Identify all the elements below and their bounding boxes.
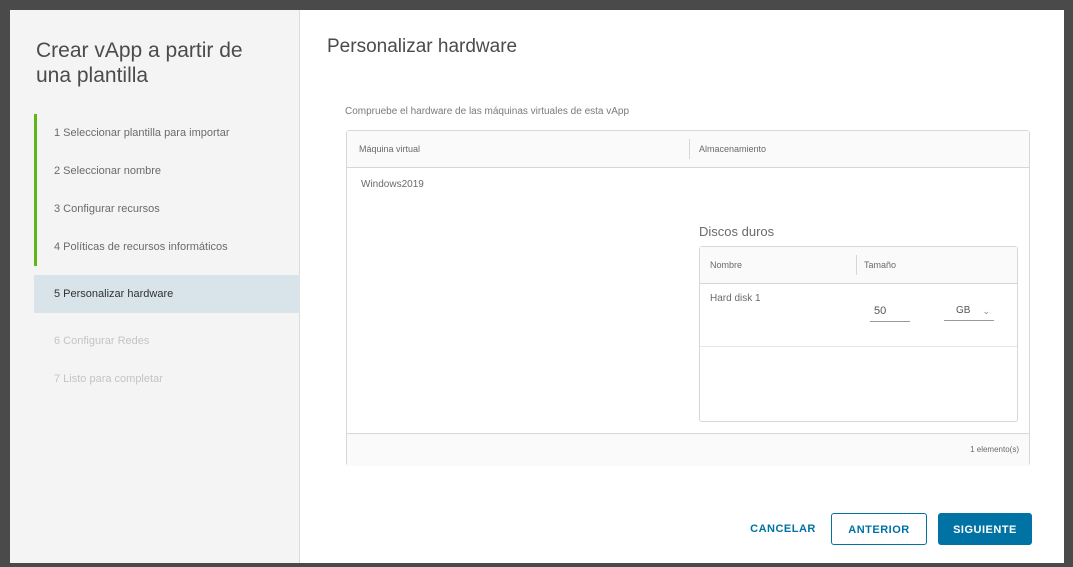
table-row: Hard disk 1 GB ⌄ (700, 284, 1017, 347)
disk-name-cell: Hard disk 1 (710, 293, 761, 304)
cancel-button[interactable]: CANCELAR (741, 513, 825, 545)
wizard-steps: 1 Seleccionar plantilla para importar 2 … (34, 114, 300, 398)
dialog-border-top (0, 0, 1073, 10)
step-select-template[interactable]: 1 Seleccionar plantilla para importar (34, 114, 300, 152)
disk-unit-select[interactable]: GB ⌄ (944, 301, 994, 321)
step-label: 4 Políticas de recursos informáticos (54, 241, 228, 253)
step-label: 5 Personalizar hardware (54, 288, 174, 300)
vm-datagrid: Máquina virtual Almacenamiento Windows20… (346, 130, 1030, 466)
disk-datagrid: Nombre Tamaño Hard disk 1 GB ⌄ (699, 246, 1018, 422)
step-configure-networks: 6 Configurar Redes (34, 322, 300, 360)
step-label: 1 Seleccionar plantilla para importar (54, 127, 230, 139)
vm-name-cell: Windows2019 (361, 179, 424, 190)
column-header-size[interactable]: Tamaño (864, 260, 896, 270)
step-label: 2 Seleccionar nombre (54, 165, 162, 177)
wizard-sidebar: Crear vApp a partir de una plantilla 1 S… (10, 10, 300, 563)
wizard-dialog: Crear vApp a partir de una plantilla 1 S… (0, 0, 1073, 567)
step-label: 7 Listo para completar (54, 373, 163, 385)
step-label: 3 Configurar recursos (54, 203, 160, 215)
step-label: 6 Configurar Redes (54, 335, 150, 347)
hard-disks-label: Discos duros (699, 224, 775, 239)
dialog-border-right (1064, 0, 1073, 567)
disk-size-input[interactable] (870, 301, 910, 322)
step-configure-resources[interactable]: 3 Configurar recursos (34, 190, 300, 228)
column-separator[interactable] (856, 255, 857, 275)
column-header-vm[interactable]: Máquina virtual (359, 144, 420, 154)
previous-button[interactable]: ANTERIOR (831, 513, 927, 545)
wizard-content: Personalizar hardware Compruebe el hardw… (301, 10, 1064, 563)
page-description: Compruebe el hardware de las máquinas vi… (345, 106, 630, 117)
page-title: Personalizar hardware (327, 36, 518, 57)
step-compute-policies[interactable]: 4 Políticas de recursos informáticos (34, 228, 300, 266)
column-header-name[interactable]: Nombre (710, 260, 742, 270)
column-header-storage[interactable]: Almacenamiento (699, 144, 766, 154)
chevron-down-icon: ⌄ (982, 306, 990, 316)
next-button[interactable]: SIGUIENTE (938, 513, 1032, 545)
vm-grid-footer: 1 elemento(s) (347, 433, 1029, 466)
disk-unit-value: GB (956, 305, 971, 316)
item-count: 1 elemento(s) (970, 445, 1019, 454)
wizard-title: Crear vApp a partir de una plantilla (36, 39, 243, 87)
dialog-border-left (0, 0, 10, 567)
step-ready-to-complete: 7 Listo para completar (34, 360, 300, 398)
step-customize-hardware[interactable]: 5 Personalizar hardware (34, 275, 300, 313)
vm-grid-header: Máquina virtual Almacenamiento (347, 131, 1029, 168)
dialog-border-bottom (0, 563, 1073, 567)
column-separator[interactable] (689, 139, 690, 159)
disk-grid-header: Nombre Tamaño (700, 247, 1017, 284)
step-select-name[interactable]: 2 Seleccionar nombre (34, 152, 300, 190)
